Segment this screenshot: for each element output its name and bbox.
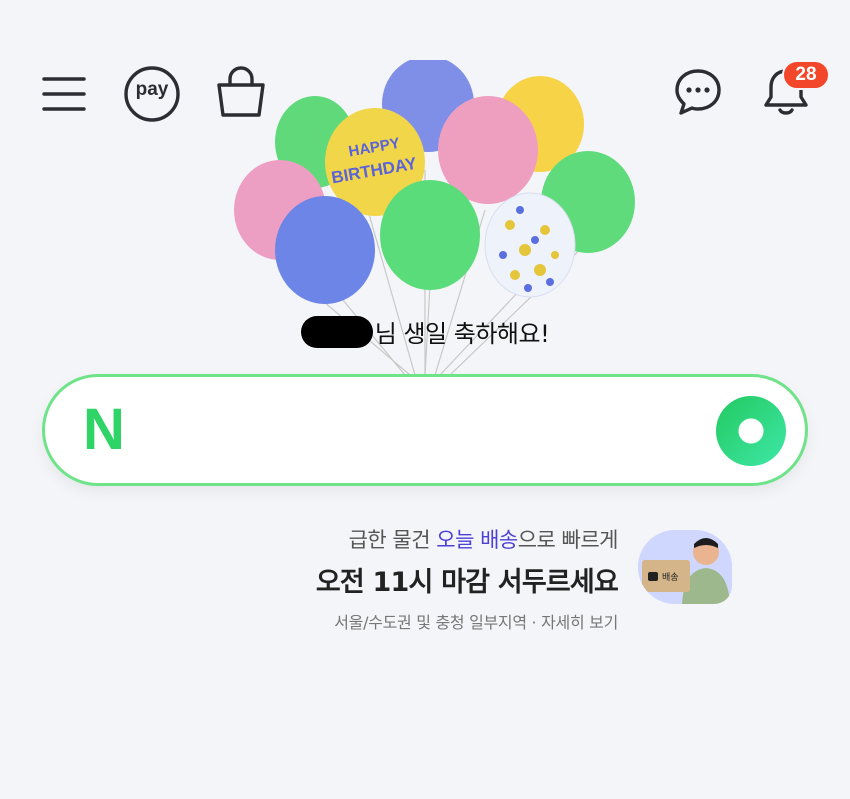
delivery-person-icon: 배송 bbox=[638, 530, 732, 604]
redacted-username bbox=[300, 316, 373, 348]
same-day-delivery-promo[interactable]: 급한 물건 오늘 배송으로 빠르게 오전 11시 마감 서두르세요 서울/수도권… bbox=[315, 524, 619, 633]
chat-button[interactable] bbox=[670, 64, 726, 120]
delivery-person-image[interactable]: 배송 bbox=[638, 530, 732, 604]
pay-button[interactable]: pay bbox=[122, 64, 182, 124]
chat-bubble-icon bbox=[675, 69, 721, 115]
hamburger-menu-icon bbox=[42, 77, 86, 111]
green-search-circle-icon[interactable] bbox=[716, 396, 786, 466]
naver-logo-icon: N bbox=[83, 397, 125, 462]
promo-details-link[interactable]: 서울/수도권 및 충청 일부지역 · 자세히 보기 bbox=[316, 609, 618, 633]
search-input[interactable] bbox=[155, 403, 699, 461]
promo-headline: 오전 11시 마감 서두르세요 bbox=[315, 567, 619, 598]
greeting-text: 님 생일 축하해요! bbox=[374, 320, 550, 348]
promo-line-1: 급한 물건 오늘 배송으로 빠르게 bbox=[348, 528, 619, 552]
notification-count-badge: 28 bbox=[782, 60, 830, 90]
box-label: 배송 bbox=[662, 572, 679, 583]
menu-button[interactable] bbox=[38, 68, 90, 120]
promo-highlight: 오늘 배송 bbox=[436, 528, 518, 552]
pay-label: pay bbox=[135, 79, 169, 100]
search-bar[interactable]: N bbox=[42, 374, 808, 486]
birthday-greeting: 님 생일 축하해요! bbox=[0, 314, 850, 349]
